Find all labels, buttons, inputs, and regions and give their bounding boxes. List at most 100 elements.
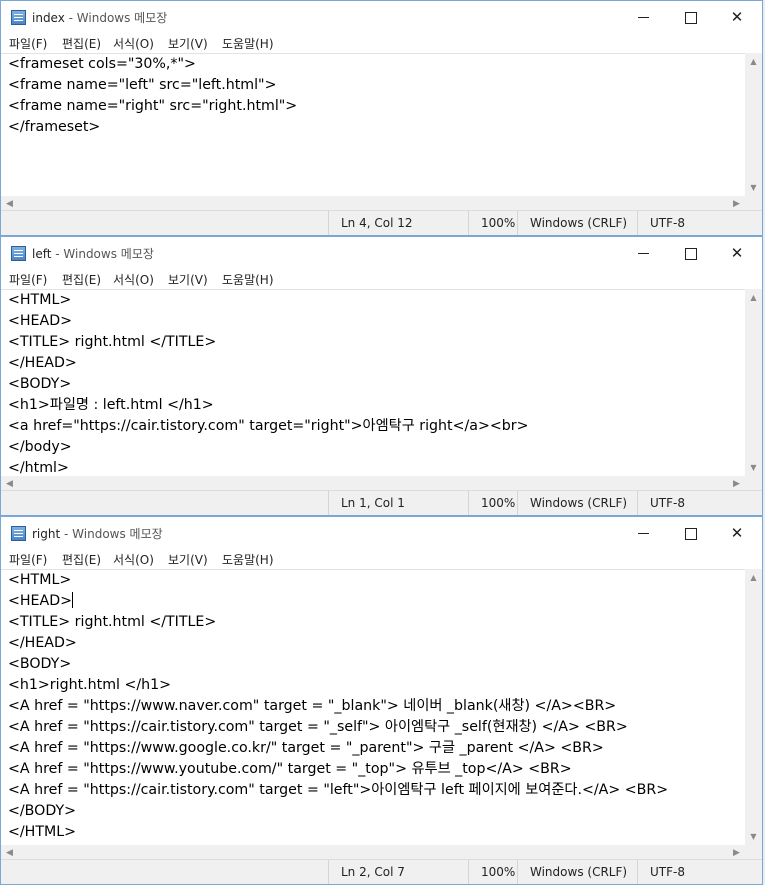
notepad-icon [11,526,26,541]
editor-line: </html> [8,460,69,476]
close-icon: ✕ [730,8,744,26]
editor-line: <BODY> [8,656,72,672]
status-cursor-position: Ln 4, Col 12 [328,211,469,235]
window-title: index - Windows 메모장 [32,11,168,25]
menu-edit[interactable]: 편집(E) [62,35,101,52]
status-encoding: UTF-8 [637,211,730,235]
close-button[interactable]: ✕ [714,237,760,269]
minimize-icon [637,17,649,18]
editor-line: <HEAD> [8,313,73,329]
editor-line: <frame name="left" src="left.html"> [8,77,277,93]
menu-view[interactable]: 보기(V) [168,35,208,52]
menu-bar: 파일(F) 편집(E) 서식(O) 보기(V) 도움말(H) [1,269,762,289]
editor-line: <frameset cols="30%,*"> [8,56,196,72]
menu-file[interactable]: 파일(F) [9,551,47,568]
title-bar[interactable]: right - Windows 메모장 ✕ [1,517,762,549]
editor-line: <TITLE> right.html </TITLE> [8,614,217,630]
status-cursor-position: Ln 2, Col 7 [328,860,469,884]
maximize-button[interactable] [668,237,714,269]
status-zoom: 100% [468,211,521,235]
scroll-up-icon[interactable]: ▲ [745,569,762,586]
menu-view[interactable]: 보기(V) [168,551,208,568]
editor-line: <a href="https://cair.tistory.com" targe… [8,418,529,434]
scroll-up-icon[interactable]: ▲ [745,53,762,70]
status-zoom: 100% [468,860,521,884]
title-bar[interactable]: index - Windows 메모장 ✕ [1,1,762,33]
maximize-icon [685,247,697,260]
menu-format[interactable]: 서식(O) [113,271,154,288]
menu-view[interactable]: 보기(V) [168,271,208,288]
close-icon: ✕ [730,244,744,262]
status-cursor-position: Ln 1, Col 1 [328,491,469,515]
notepad-window-right[interactable]: right - Windows 메모장 ✕ 파일(F) 편집(E) 서식(O) … [0,516,763,885]
status-zoom: 100% [468,491,521,515]
editor-line: <A href = "https://www.google.co.kr/" ta… [8,740,604,756]
menu-file[interactable]: 파일(F) [9,35,47,52]
text-editor[interactable]: <HTML> <HEAD> <TITLE> right.html </TITLE… [1,289,745,477]
editor-line: <h1>파일명 : left.html </h1> [8,397,214,413]
vertical-scrollbar[interactable]: ▲ ▼ [745,569,762,845]
scroll-down-icon[interactable]: ▼ [745,179,762,196]
editor-line: </HEAD> [8,635,77,651]
minimize-button[interactable] [620,517,666,549]
scroll-down-icon[interactable]: ▼ [745,459,762,476]
editor-line: </BODY> [8,803,77,819]
editor-line: </HEAD> [8,355,77,371]
editor-line: <BODY> [8,376,72,392]
notepad-window-left[interactable]: left - Windows 메모장 ✕ 파일(F) 편집(E) 서식(O) 보… [0,236,763,516]
status-bar: Ln 4, Col 12 100% Windows (CRLF) UTF-8 [1,210,762,235]
editor-line: <h1>right.html </h1> [8,677,172,693]
menu-help[interactable]: 도움말(H) [222,35,274,52]
editor-line: <frame name="right" src="right.html"> [8,98,298,114]
text-editor[interactable]: <HTML> <HEAD> <TITLE> right.html </TITLE… [1,569,745,846]
menu-bar: 파일(F) 편집(E) 서식(O) 보기(V) 도움말(H) [1,33,762,53]
editor-line: <HTML> [8,292,72,308]
menu-file[interactable]: 파일(F) [9,271,47,288]
status-line-ending: Windows (CRLF) [517,211,640,235]
text-editor[interactable]: <frameset cols="30%,*"> <frame name="lef… [1,53,745,197]
notepad-window-index[interactable]: index - Windows 메모장 ✕ 파일(F) 편집(E) 서식(O) … [0,0,763,236]
editor-line: </frameset> [8,119,101,135]
notepad-icon [11,246,26,261]
status-encoding: UTF-8 [637,491,730,515]
menu-edit[interactable]: 편집(E) [62,551,101,568]
vertical-scrollbar[interactable]: ▲ ▼ [745,53,762,196]
maximize-button[interactable] [668,1,714,33]
menu-format[interactable]: 서식(O) [113,35,154,52]
editor-line: <A href = "https://cair.tistory.com" tar… [8,719,628,735]
close-button[interactable]: ✕ [714,517,760,549]
notepad-icon [11,10,26,25]
minimize-button[interactable] [620,1,666,33]
maximize-button[interactable] [668,517,714,549]
editor-line: </body> [8,439,72,455]
title-bar[interactable]: left - Windows 메모장 ✕ [1,237,762,269]
menu-format[interactable]: 서식(O) [113,551,154,568]
scroll-down-icon[interactable]: ▼ [745,828,762,845]
minimize-icon [637,533,649,534]
menu-help[interactable]: 도움말(H) [222,271,274,288]
maximize-icon [685,11,697,24]
status-line-ending: Windows (CRLF) [517,860,640,884]
editor-line: <HEAD> [8,592,74,609]
text-caret [72,592,74,608]
status-bar: Ln 1, Col 1 100% Windows (CRLF) UTF-8 [1,490,762,515]
menu-edit[interactable]: 편집(E) [62,271,101,288]
editor-line: <TITLE> right.html </TITLE> [8,334,217,350]
close-button[interactable]: ✕ [714,1,760,33]
close-icon: ✕ [730,524,744,542]
editor-line: <A href = "https://cair.tistory.com" tar… [8,782,669,798]
editor-line: <HTML> [8,572,72,588]
menu-bar: 파일(F) 편집(E) 서식(O) 보기(V) 도움말(H) [1,549,762,569]
minimize-icon [637,253,649,254]
menu-help[interactable]: 도움말(H) [222,551,274,568]
vertical-scrollbar[interactable]: ▲ ▼ [745,289,762,476]
status-bar: Ln 2, Col 7 100% Windows (CRLF) UTF-8 [1,859,762,884]
scroll-up-icon[interactable]: ▲ [745,289,762,306]
editor-line: <A href = "https://www.naver.com" target… [8,698,617,714]
minimize-button[interactable] [620,237,666,269]
window-title: right - Windows 메모장 [32,527,163,541]
editor-line: <A href = "https://www.youtube.com/" tar… [8,761,572,777]
status-line-ending: Windows (CRLF) [517,491,640,515]
editor-line: </HTML> [8,824,77,840]
status-encoding: UTF-8 [637,860,730,884]
